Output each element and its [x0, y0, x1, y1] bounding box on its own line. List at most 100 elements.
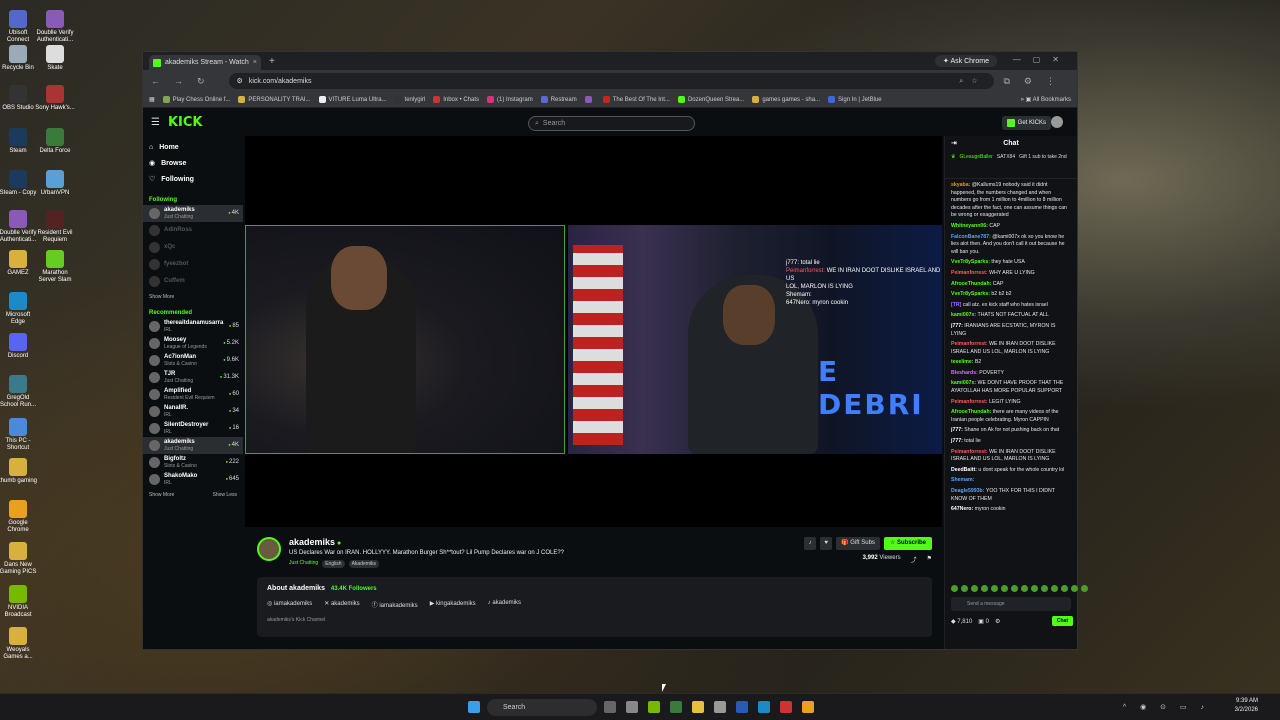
ask-chrome-button[interactable]: ✦ Ask Chrome: [935, 55, 997, 67]
bookmark-item[interactable]: tenlygirl: [394, 96, 425, 103]
chat-username[interactable]: Whitneyann06:: [951, 223, 989, 229]
toolbar-extensions-icon[interactable]: ⧉⚙⋮: [1004, 76, 1070, 87]
xbox-icon[interactable]: [670, 701, 682, 713]
emote-icon[interactable]: [1001, 585, 1008, 592]
facebook-link[interactable]: ⓕ iamakademiks: [372, 600, 418, 609]
youtube-link[interactable]: ▶ kingakademiks: [430, 600, 476, 609]
chat-username[interactable]: teeelime:: [951, 359, 975, 365]
show-more-button[interactable]: Show More: [149, 492, 174, 498]
url-actions-icon[interactable]: ⌕☆: [959, 77, 985, 86]
sidebar-channel[interactable]: SilentDestroyerIRL 16: [143, 420, 243, 437]
file-explorer-icon[interactable]: [692, 701, 704, 713]
streamer-name[interactable]: akademiks: [289, 537, 341, 547]
emote-icon[interactable]: [971, 585, 978, 592]
instagram-link[interactable]: ◎ iamakademiks: [267, 600, 312, 609]
browser-tab[interactable]: akademiks Stream - Watch ×: [149, 55, 261, 70]
chat-username[interactable]: j777:: [951, 438, 964, 444]
chat-username[interactable]: Deagle5993b:: [951, 488, 986, 494]
system-tray-icon[interactable]: ^ ◉ ⊙ ▭ ♪: [1123, 703, 1210, 711]
get-kicks-button[interactable]: Get KICKs: [1001, 116, 1051, 130]
chat-username[interactable]: j777:: [951, 427, 964, 433]
chat-username[interactable]: FalconBane787:: [951, 234, 992, 240]
emote-icon[interactable]: [1061, 585, 1068, 592]
desktop-icon[interactable]: OBS Studio: [0, 85, 38, 112]
bookmark-item[interactable]: Sign In | JetBlue: [828, 96, 882, 103]
apps-icon[interactable]: ▦: [149, 96, 155, 103]
chat-username[interactable]: Peimanforrest:: [951, 399, 989, 405]
chat-input[interactable]: Send a message: [951, 597, 1071, 611]
sidebar-channel[interactable]: akademiksJust Chatting 4K: [143, 437, 243, 454]
desktop-icon[interactable]: Marathon Server Slam: [35, 250, 75, 284]
store-icon[interactable]: [714, 701, 726, 713]
nav-browse[interactable]: ◉ Browse: [149, 155, 237, 171]
sidebar-channel[interactable]: xQc: [143, 239, 243, 256]
emote-icon[interactable]: [1081, 585, 1088, 592]
chat-username[interactable]: DeedBaitt:: [951, 467, 978, 473]
chat-username[interactable]: j777:: [951, 323, 964, 329]
widgets-icon[interactable]: [626, 701, 638, 713]
nav-following[interactable]: ♡ Following: [149, 171, 237, 187]
desktop-icon[interactable]: Skate: [35, 45, 75, 72]
chat-username[interactable]: Shemam:: [951, 477, 974, 483]
task-view-icon[interactable]: [604, 701, 616, 713]
app-icon[interactable]: [780, 701, 792, 713]
chat-username[interactable]: VveTr8ySparks:: [951, 291, 991, 297]
bookmark-item[interactable]: VITURE Luma Ultra...: [318, 96, 387, 103]
bookmark-item[interactable]: [584, 96, 595, 103]
category-link[interactable]: Just Chatting: [289, 560, 318, 568]
bookmark-item[interactable]: Inbox • Chats: [433, 96, 479, 103]
collapse-chat-icon[interactable]: ⇥: [951, 136, 957, 152]
bookmark-item[interactable]: Restream: [540, 96, 577, 103]
sidebar-channel[interactable]: BigfoltzSlots & Casino 222: [143, 454, 243, 471]
new-tab-icon[interactable]: +: [269, 56, 275, 67]
clock[interactable]: 9:39 AM 3/2/2026: [1235, 697, 1258, 715]
subscribe-button[interactable]: ☆ Subscribe: [883, 537, 932, 550]
desktop-icon[interactable]: Resident Evil Requiem: [35, 210, 75, 244]
desktop-icon[interactable]: Sony Hawk's...: [35, 85, 75, 112]
emote-icon[interactable]: [1031, 585, 1038, 592]
desktop-icon[interactable]: NVIDIA Broadcast: [0, 585, 38, 619]
bookmark-item[interactable]: The Best Of The Int...: [602, 96, 670, 103]
follow-heart-icon[interactable]: ♥: [820, 537, 833, 550]
desktop-icon[interactable]: Doublle Verify Authenticati...: [0, 210, 38, 244]
desktop-icon[interactable]: Recycle Bin: [0, 45, 38, 72]
edge-icon[interactable]: [758, 701, 770, 713]
emote-icon[interactable]: [991, 585, 998, 592]
sidebar-channel[interactable]: NanaIIR.IRL 34: [143, 403, 243, 420]
window-controls[interactable]: —▢✕: [1013, 55, 1071, 64]
kick-logo[interactable]: KICK: [168, 115, 203, 130]
bookmark-item[interactable]: (1) Instagram: [487, 96, 533, 103]
report-icon[interactable]: ⚑: [927, 555, 932, 564]
streamer-avatar[interactable]: [257, 537, 281, 561]
all-bookmarks-button[interactable]: » ▣ All Bookmarks: [1021, 96, 1071, 103]
emote-icon[interactable]: [951, 585, 958, 592]
sidebar-channel[interactable]: ShakoMakoIRL 645: [143, 471, 243, 488]
chat-username[interactable]: skyaba:: [951, 182, 972, 188]
tag[interactable]: English: [322, 560, 345, 568]
nav-buttons-icon[interactable]: ←→↻: [151, 76, 219, 87]
sidebar-channel[interactable]: fyeezbot: [143, 256, 243, 273]
desktop-icon[interactable]: Google Chrome: [0, 500, 38, 534]
chat-send-button[interactable]: Chat: [1051, 616, 1073, 626]
chat-username[interactable]: kami007x:: [951, 380, 978, 386]
bookmark-item[interactable]: DozenQueen Strea...: [677, 96, 744, 103]
gifter-name[interactable]: GLeaugeBaller: [959, 154, 992, 176]
desktop-icon[interactable]: Steam: [0, 128, 38, 155]
chat-username[interactable]: VveTr8ySparks:: [951, 259, 991, 265]
desktop-icon[interactable]: GregOld School Run...: [0, 375, 38, 409]
sidebar-channel[interactable]: Ac7ionManSlots & Casino 9.6K: [143, 352, 243, 369]
x-link[interactable]: ✕ akademiks: [324, 600, 359, 609]
settings-icon[interactable]: ⚙: [995, 618, 1000, 625]
chat-username[interactable]: Peimanforrest:: [951, 341, 989, 347]
show-less-button[interactable]: Show Less: [213, 492, 237, 498]
sidebar-channel[interactable]: AdinRoss: [143, 222, 243, 239]
desktop-icon[interactable]: thumb gaming: [0, 458, 38, 485]
desktop-icon[interactable]: Doublle Verify Authenticati...: [35, 10, 75, 44]
bookmark-item[interactable]: games games - sha...: [752, 96, 820, 103]
emote-icon[interactable]: [1011, 585, 1018, 592]
chat-username[interactable]: AfrooeThundah:: [951, 281, 993, 287]
notification-bell-icon[interactable]: ♪: [804, 537, 817, 550]
desktop-icon[interactable]: Steam - Copy: [0, 170, 38, 197]
close-tab-icon[interactable]: ×: [253, 59, 257, 66]
points-balance[interactable]: ▣ 0: [978, 618, 989, 625]
